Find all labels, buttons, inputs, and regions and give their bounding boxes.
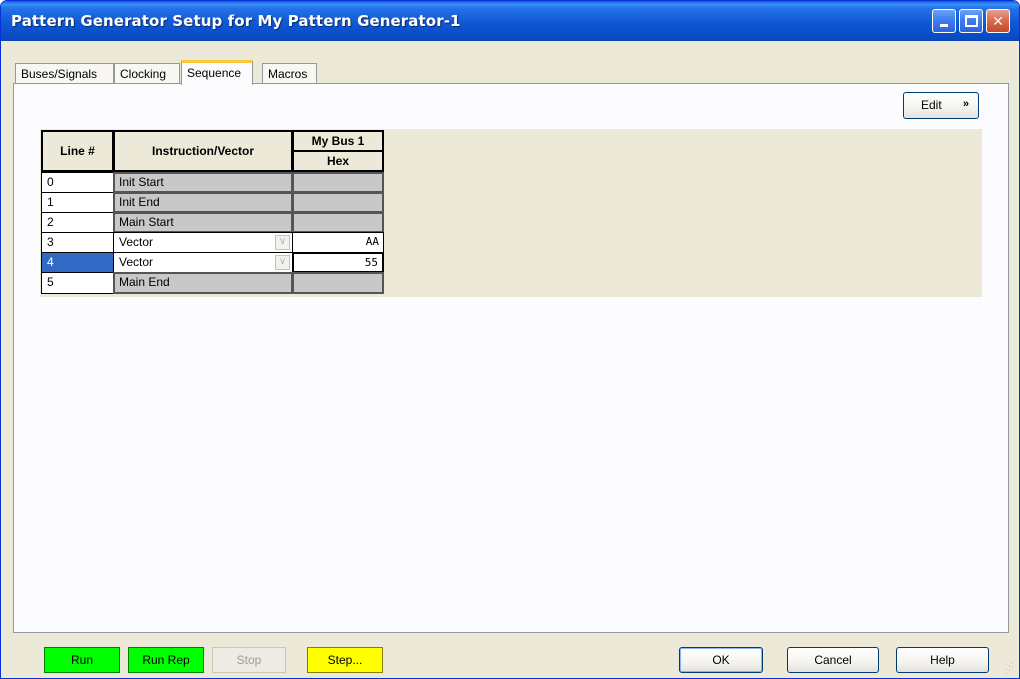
step-button[interactable]: Step...	[307, 647, 383, 673]
row-line-number[interactable]: 5	[41, 272, 114, 294]
dropdown-arrow-icon[interactable]: ∨	[275, 255, 290, 270]
cancel-button[interactable]: Cancel	[787, 647, 879, 673]
close-button[interactable]: ✕	[986, 9, 1010, 33]
run-rep-button[interactable]: Run Rep	[128, 647, 204, 673]
window-title: Pattern Generator Setup for My Pattern G…	[11, 12, 461, 30]
edit-menu-button[interactable]: Edit »	[903, 92, 979, 119]
edit-menu-label: Edit	[921, 98, 942, 112]
row-line-number[interactable]: 2	[41, 212, 114, 233]
row-line-number[interactable]: 3	[41, 232, 114, 253]
row-bus-value[interactable]: 55	[292, 252, 384, 273]
row-bus-value	[292, 272, 384, 294]
row-bus-value	[292, 212, 384, 233]
pattern-generator-setup-window: Pattern Generator Setup for My Pattern G…	[0, 0, 1020, 679]
tab-macros[interactable]: Macros	[262, 63, 317, 84]
stop-button[interactable]: Stop	[212, 647, 286, 673]
tab-buses-signals[interactable]: Buses/Signals	[15, 63, 114, 84]
row-instruction[interactable]: Init End	[113, 192, 293, 213]
run-button[interactable]: Run	[44, 647, 120, 673]
close-icon: ✕	[992, 13, 1004, 29]
maximize-button[interactable]	[959, 9, 983, 33]
row-line-number[interactable]: 4	[41, 252, 114, 273]
header-bus-radix[interactable]: Hex	[292, 150, 384, 172]
resize-grip-icon[interactable]: ⋰ ⋰	[1005, 662, 1017, 676]
header-instruction-vector: Instruction/Vector	[113, 130, 293, 172]
row-instruction-select[interactable]: Vector ∨	[113, 252, 293, 273]
row-instruction-select[interactable]: Vector ∨	[113, 232, 293, 253]
row-instruction[interactable]: Main End	[113, 272, 293, 294]
row-instruction: Vector	[119, 255, 154, 269]
ok-button[interactable]: OK	[679, 647, 763, 673]
row-instruction: Vector	[119, 235, 154, 249]
row-line-number[interactable]: 0	[41, 172, 114, 193]
minimize-button[interactable]	[932, 9, 956, 33]
title-bar[interactable]: Pattern Generator Setup for My Pattern G…	[1, 1, 1019, 41]
minimize-icon	[940, 24, 948, 27]
header-bus-name[interactable]: My Bus 1	[292, 130, 384, 152]
row-bus-value	[292, 172, 384, 193]
row-instruction[interactable]: Init Start	[113, 172, 293, 193]
dropdown-arrow-icon[interactable]: ∨	[275, 235, 290, 250]
row-bus-value	[292, 192, 384, 213]
tab-clocking[interactable]: Clocking	[114, 63, 180, 84]
row-instruction[interactable]: Main Start	[113, 212, 293, 233]
tab-sequence[interactable]: Sequence	[181, 60, 253, 85]
row-line-number[interactable]: 1	[41, 192, 114, 213]
double-chevron-down-icon: »	[962, 98, 969, 110]
help-button[interactable]: Help	[896, 647, 989, 673]
row-bus-value[interactable]: AA	[292, 232, 384, 253]
header-line-number: Line #	[41, 130, 114, 172]
maximize-icon	[964, 15, 978, 27]
